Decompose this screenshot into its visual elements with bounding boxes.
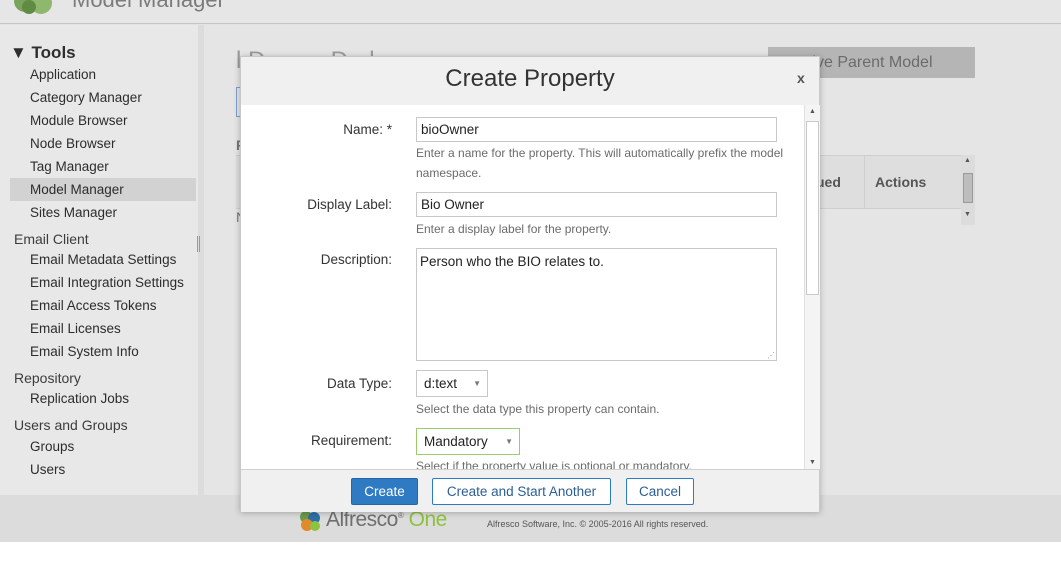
sidebar-item-users[interactable]: Users <box>10 458 196 481</box>
sidebar-item-email-licenses[interactable]: Email Licenses <box>10 317 196 340</box>
textarea-resize-icon[interactable]: ⋰ <box>767 351 775 360</box>
sidebar-item-email-system-info[interactable]: Email System Info <box>10 340 196 363</box>
data-type-label: Data Type: <box>326 376 392 391</box>
display-label-label: Display Label: <box>307 197 392 212</box>
app-header: Model Manager <box>0 0 1061 24</box>
sidebar-item-application[interactable]: Application <box>10 63 196 86</box>
sidebar-item-email-access-tokens[interactable]: Email Access Tokens <box>10 294 196 317</box>
sidebar-item-sites-manager[interactable]: Sites Manager <box>10 201 196 224</box>
sidebar-item-node-browser[interactable]: Node Browser <box>10 132 196 155</box>
sidebar-heading-email-client: Email Client <box>14 231 89 247</box>
create-property-dialog: Create Property x Name: * bioOwner Enter… <box>240 56 820 512</box>
requirement-select[interactable]: Mandatory ▼ <box>416 428 520 455</box>
requirement-label: Requirement: <box>310 433 392 448</box>
sidebar-item-email-integration-settings[interactable]: Email Integration Settings <box>10 271 196 294</box>
resize-grip-icon[interactable] <box>197 236 200 252</box>
name-input[interactable]: bioOwner <box>416 117 777 142</box>
requirement-selected-value: Mandatory <box>424 434 488 449</box>
description-label: Description: <box>320 252 392 267</box>
close-icon[interactable]: x <box>797 70 805 86</box>
display-label-input[interactable]: Bio Owner <box>416 192 777 217</box>
display-label-help-text: Enter a display label for the property. <box>416 222 612 236</box>
requirement-help-text: Select if the property value is optional… <box>416 459 692 469</box>
sidebar-item-replication-jobs[interactable]: Replication Jobs <box>10 387 196 410</box>
cancel-button[interactable]: Cancel <box>626 478 694 505</box>
name-help-text: Enter a name for the property. This will… <box>416 146 784 180</box>
scroll-down-icon[interactable]: ▼ <box>964 211 971 218</box>
sidebar-item-tag-manager[interactable]: Tag Manager <box>10 155 196 178</box>
scroll-down-icon[interactable]: ▼ <box>809 459 816 466</box>
dialog-scrollbar[interactable]: ▲ ▼ <box>804 105 820 469</box>
sidebar-item-model-manager[interactable]: Model Manager <box>10 178 196 201</box>
sidebar-item-email-metadata-settings[interactable]: Email Metadata Settings <box>10 248 196 271</box>
table-scrollbar[interactable]: ▲ ▼ <box>961 155 975 225</box>
data-type-selected-value: d:text <box>424 376 458 391</box>
dialog-form: Name: * bioOwner Enter a name for the pr… <box>241 105 804 469</box>
scroll-up-icon[interactable]: ▲ <box>809 108 816 115</box>
create-and-start-another-button[interactable]: Create and Start Another <box>432 478 611 505</box>
sidebar-item-category-manager[interactable]: Category Manager <box>10 86 196 109</box>
page-title: Model Manager <box>72 0 225 13</box>
scrollbar-thumb[interactable] <box>963 173 973 203</box>
name-label: Name: * <box>343 122 392 137</box>
chevron-down-icon: ▼ <box>473 379 481 388</box>
sidebar-heading-tools[interactable]: ▼ Tools <box>10 43 76 63</box>
scroll-up-icon[interactable]: ▲ <box>964 157 971 164</box>
sidebar-item-module-browser[interactable]: Module Browser <box>10 109 196 132</box>
description-textarea[interactable]: Person who the BIO relates to. <box>416 248 777 361</box>
chevron-down-icon: ▼ <box>505 437 513 446</box>
data-type-help-text: Select the data type this property can c… <box>416 402 660 416</box>
footer-copyright: Alfresco Software, Inc. © 2005-2016 All … <box>487 519 709 529</box>
sidebar: ▼ Tools Application Category Manager Mod… <box>0 25 198 495</box>
scrollbar-thumb[interactable] <box>806 121 819 295</box>
alfresco-logo-icon <box>300 511 320 531</box>
data-type-select[interactable]: d:text ▼ <box>416 370 488 397</box>
sidebar-heading-repository: Repository <box>14 370 81 386</box>
sidebar-item-groups[interactable]: Groups <box>10 435 196 458</box>
dialog-footer: Create Create and Start Another Cancel <box>241 469 819 512</box>
sidebar-heading-users-and-groups: Users and Groups <box>14 417 128 433</box>
column-header-actions: Actions <box>875 174 927 190</box>
dialog-title: Create Property <box>445 65 615 92</box>
create-button[interactable]: Create <box>351 478 418 505</box>
